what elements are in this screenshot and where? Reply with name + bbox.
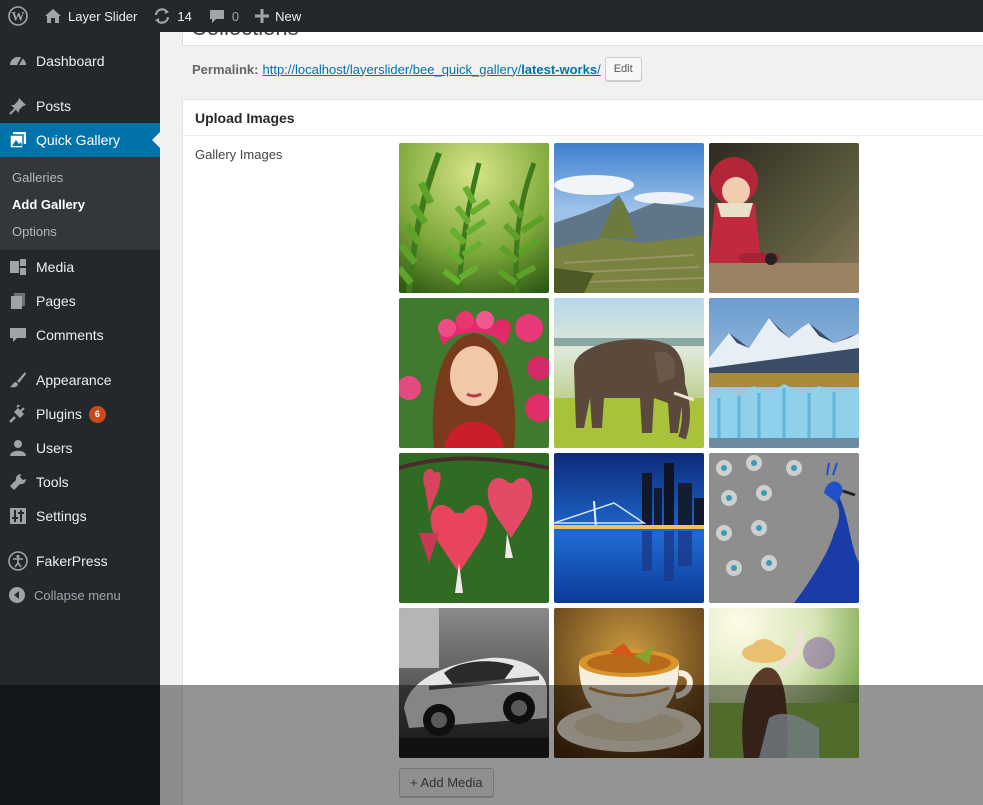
menu-plugins[interactable]: Plugins 6 bbox=[0, 397, 160, 431]
menu-tools[interactable]: Tools bbox=[0, 465, 160, 499]
updates-icon bbox=[153, 7, 171, 25]
fern-leaves-image[interactable] bbox=[399, 143, 549, 293]
plugins-update-badge: 6 bbox=[88, 405, 106, 423]
admin-bar: W Layer Slider 14 0 New bbox=[0, 0, 983, 32]
svg-text:W: W bbox=[12, 9, 25, 24]
menu-pages[interactable]: Pages bbox=[0, 284, 160, 318]
permalink-trailing: / bbox=[597, 61, 601, 77]
home-icon bbox=[44, 8, 62, 24]
peacock-image[interactable] bbox=[709, 453, 859, 603]
machu-picchu-image[interactable] bbox=[554, 143, 704, 293]
updates-count: 14 bbox=[177, 8, 192, 24]
site-name: Layer Slider bbox=[68, 8, 138, 24]
menu-comments-label: Comments bbox=[36, 327, 104, 343]
comments-icon bbox=[8, 325, 28, 345]
menu-settings-label: Settings bbox=[36, 508, 87, 524]
menu-quick-gallery-label: Quick Gallery bbox=[36, 132, 121, 148]
city-skyline-night-image[interactable] bbox=[554, 453, 704, 603]
menu-media[interactable]: Media bbox=[0, 250, 160, 284]
dashboard-icon bbox=[8, 51, 28, 71]
plus-icon bbox=[255, 9, 270, 23]
sports-car-image[interactable] bbox=[399, 608, 549, 758]
tea-cup-image[interactable] bbox=[554, 608, 704, 758]
flower-crown-woman-image[interactable] bbox=[399, 298, 549, 448]
bleeding-heart-flowers-image[interactable] bbox=[399, 453, 549, 603]
menu-plugins-label: Plugins bbox=[36, 406, 82, 422]
collapse-arrow-icon bbox=[8, 586, 26, 604]
menu-tools-label: Tools bbox=[36, 474, 69, 490]
plug-icon bbox=[8, 404, 28, 424]
quick-gallery-submenu: Galleries Add Gallery Options bbox=[0, 157, 160, 250]
edit-permalink-button[interactable]: Edit bbox=[604, 57, 642, 81]
wordpress-logo-icon[interactable]: W bbox=[0, 0, 36, 32]
menu-dashboard-label: Dashboard bbox=[36, 53, 105, 69]
woman-meadow-image[interactable] bbox=[709, 608, 859, 758]
permalink-link[interactable]: http://localhost/layerslider/bee_quick_g… bbox=[262, 62, 600, 77]
menu-fakerpress[interactable]: FakerPress bbox=[0, 544, 160, 578]
menu-pages-label: Pages bbox=[36, 293, 76, 309]
accessibility-icon bbox=[8, 551, 28, 571]
gallery-icon bbox=[8, 130, 28, 150]
menu-appearance[interactable]: Appearance bbox=[0, 363, 160, 397]
menu-comments[interactable]: Comments bbox=[0, 318, 160, 352]
gallery-images-label: Gallery Images bbox=[195, 147, 283, 162]
new-content-link[interactable]: New bbox=[247, 0, 309, 32]
menu-posts-label: Posts bbox=[36, 98, 72, 114]
submenu-galleries[interactable]: Galleries bbox=[0, 164, 160, 191]
gallery-image-grid bbox=[399, 143, 859, 758]
elephant-image[interactable] bbox=[554, 298, 704, 448]
menu-posts[interactable]: Posts bbox=[0, 89, 160, 123]
menu-dashboard[interactable]: Dashboard bbox=[0, 44, 160, 78]
site-name-link[interactable]: Layer Slider bbox=[36, 0, 145, 32]
menu-quick-gallery[interactable]: Quick Gallery bbox=[0, 123, 160, 157]
permalink-row: Permalink: http://localhost/layerslider/… bbox=[192, 56, 642, 82]
user-icon bbox=[8, 438, 28, 458]
updates-link[interactable]: 14 bbox=[145, 0, 199, 32]
menu-appearance-label: Appearance bbox=[36, 372, 112, 388]
submenu-options[interactable]: Options bbox=[0, 218, 160, 245]
collapse-menu-label: Collapse menu bbox=[34, 587, 121, 603]
permalink-label: Permalink: bbox=[192, 61, 259, 77]
permalink-base: http://localhost/layerslider/bee_quick_g… bbox=[262, 61, 522, 77]
admin-sidebar: Dashboard Posts Quick Gallery Galleries … bbox=[0, 32, 160, 805]
upload-images-title: Upload Images bbox=[183, 100, 983, 136]
menu-settings[interactable]: Settings bbox=[0, 499, 160, 533]
menu-users-label: Users bbox=[36, 440, 73, 456]
add-media-button[interactable]: + Add Media bbox=[399, 768, 494, 797]
main-content: Collections Permalink: http://localhost/… bbox=[160, 10, 983, 805]
upload-images-box: Upload Images Gallery Images + Add Media bbox=[182, 99, 983, 805]
menu-media-label: Media bbox=[36, 259, 75, 275]
pages-icon bbox=[8, 291, 28, 311]
pushpin-icon bbox=[8, 96, 28, 116]
comments-link[interactable]: 0 bbox=[200, 0, 247, 32]
glacier-mountains-image[interactable] bbox=[709, 298, 859, 448]
comment-icon bbox=[208, 8, 226, 24]
menu-fakerpress-label: FakerPress bbox=[36, 553, 108, 569]
paintbrush-icon bbox=[8, 370, 28, 390]
toy-figure-image[interactable] bbox=[709, 143, 859, 293]
new-label: New bbox=[275, 8, 302, 24]
settings-sliders-icon bbox=[8, 506, 28, 526]
permalink-slug: latest-works bbox=[521, 61, 598, 77]
media-icon bbox=[8, 257, 28, 277]
comments-count: 0 bbox=[231, 8, 240, 24]
collapse-menu-button[interactable]: Collapse menu bbox=[0, 578, 160, 612]
wrench-icon bbox=[8, 472, 28, 492]
submenu-add-gallery[interactable]: Add Gallery bbox=[0, 191, 160, 218]
menu-users[interactable]: Users bbox=[0, 431, 160, 465]
